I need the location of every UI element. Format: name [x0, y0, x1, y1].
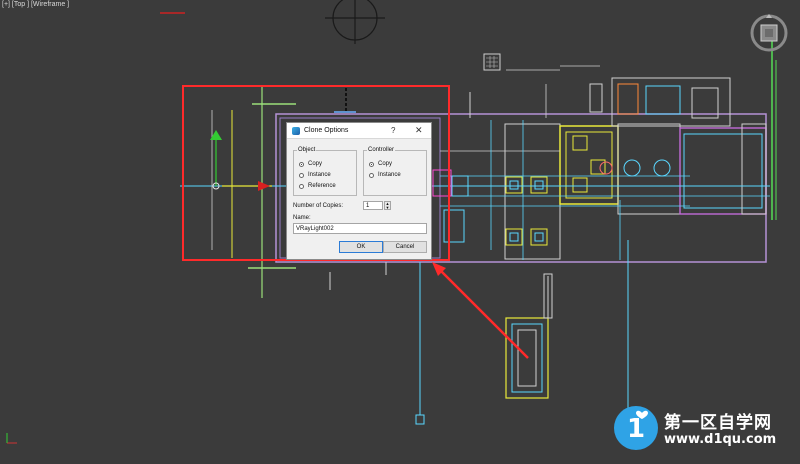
- object-copy-option[interactable]: Copy: [299, 160, 322, 168]
- help-button[interactable]: ?: [391, 126, 395, 135]
- radio-label: Reference: [308, 183, 336, 189]
- radio-icon[interactable]: [299, 172, 304, 178]
- radio-icon[interactable]: [369, 172, 374, 178]
- axis-tripod-icon: [6, 433, 17, 444]
- radio-label: Instance: [308, 172, 331, 178]
- controller-group-legend: Controller: [367, 147, 396, 153]
- app-logo-icon: [292, 127, 300, 135]
- name-input[interactable]: VRayLight002: [293, 223, 427, 234]
- radio-label: Copy: [378, 161, 393, 167]
- cancel-button[interactable]: Cancel: [383, 241, 427, 253]
- object-group: Object Copy Instance Reference: [293, 147, 357, 196]
- floor-plan-wireframe: [180, 65, 770, 425]
- object-group-legend: Object: [297, 147, 317, 153]
- viewcube-icon[interactable]: [748, 12, 790, 54]
- copies-label: Number of Copies:: [293, 203, 344, 209]
- controller-instance-option[interactable]: Instance: [369, 171, 401, 179]
- radio-icon[interactable]: [299, 183, 304, 189]
- copies-spinner-icon[interactable]: ▲ ▼: [384, 201, 391, 210]
- site-logo-icon: 1: [614, 406, 658, 450]
- viewport-label[interactable]: [+] [Top ] [Wireframe ]: [2, 1, 69, 8]
- object-reference-option[interactable]: Reference: [299, 182, 336, 190]
- ok-button[interactable]: OK: [339, 241, 383, 253]
- watermark-url: www.d1qu.com: [664, 432, 777, 447]
- dialog-titlebar[interactable]: Clone Options ? ✕: [287, 123, 431, 139]
- close-button[interactable]: ✕: [415, 125, 423, 136]
- radio-icon[interactable]: [369, 161, 374, 167]
- compass-icon: [325, 0, 385, 44]
- annotation-arrow: [432, 262, 529, 359]
- radio-label: Instance: [378, 172, 401, 178]
- watermark-brand: 第一区自学网: [664, 413, 772, 433]
- copies-input[interactable]: 1: [363, 201, 383, 210]
- dialog-title: Clone Options: [304, 127, 349, 134]
- radio-icon[interactable]: [299, 161, 304, 167]
- controller-group: Controller Copy Instance: [363, 147, 427, 196]
- object-instance-option[interactable]: Instance: [299, 171, 331, 179]
- controller-copy-option[interactable]: Copy: [369, 160, 392, 168]
- radio-label: Copy: [308, 161, 323, 167]
- clone-options-dialog: Clone Options ? ✕ Object Copy Instance R…: [286, 122, 432, 260]
- name-label: Name:: [293, 215, 311, 221]
